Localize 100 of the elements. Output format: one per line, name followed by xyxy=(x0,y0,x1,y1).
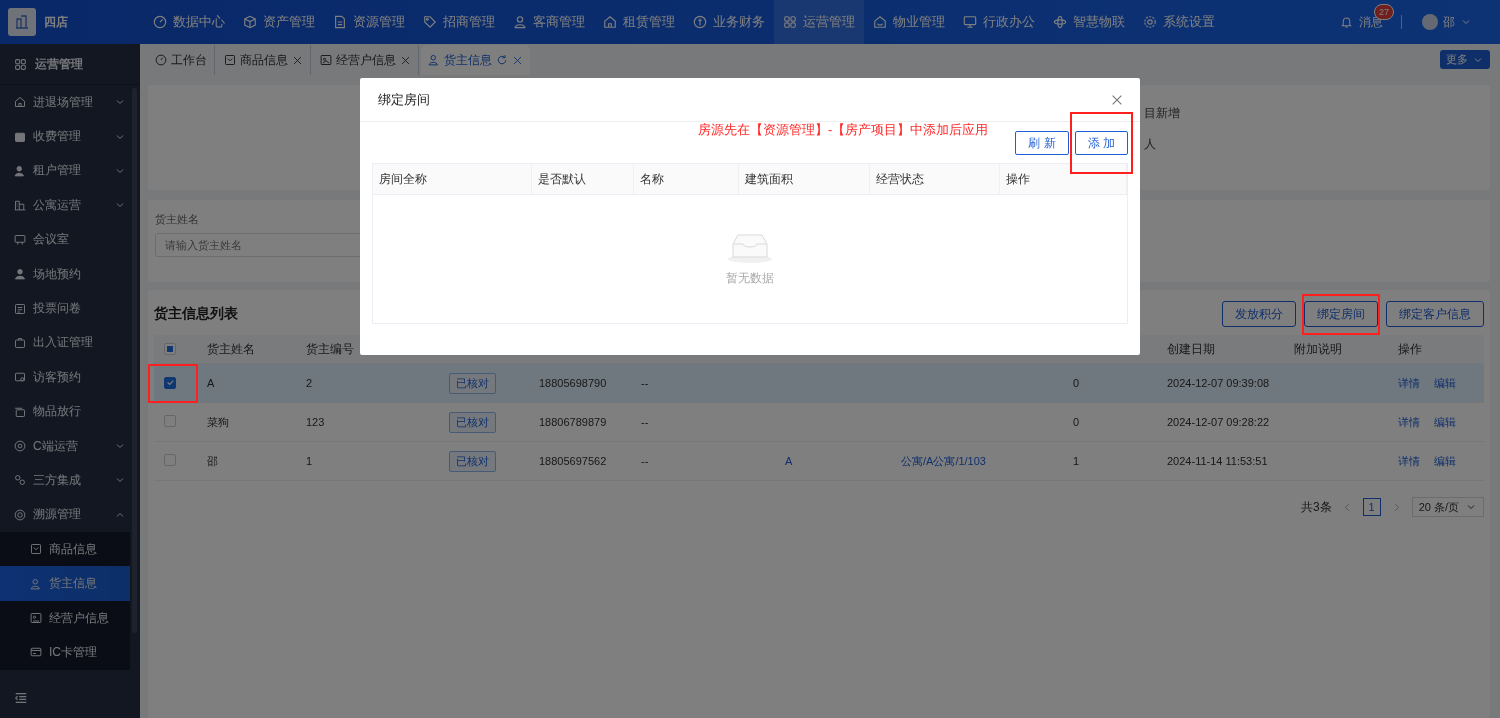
nav-menu-item[interactable]: 数据中心 xyxy=(144,0,234,44)
row-action-link[interactable]: 编辑 xyxy=(1434,454,1456,467)
user-name[interactable]: 邵 xyxy=(1443,13,1455,31)
page-tab[interactable]: 工作台 xyxy=(148,45,215,75)
sidebar-item[interactable]: C端运营 xyxy=(0,428,140,464)
sidebar-item[interactable]: 场地预约 xyxy=(0,256,140,292)
column-header: 是否默认 xyxy=(531,164,633,195)
nav-menu-item[interactable]: 行政办公 xyxy=(954,0,1044,44)
cube-icon xyxy=(243,15,257,29)
grid-icon xyxy=(14,57,27,71)
page-size-select[interactable]: 20 条/页 xyxy=(1411,497,1484,517)
sidebar-item[interactable]: 物品放行 xyxy=(0,394,140,429)
box-icon xyxy=(14,405,26,418)
empty-text: 暂无数据 xyxy=(726,269,774,287)
nav-menu-item[interactable]: 客商管理 xyxy=(504,0,594,44)
column-header: 房间全称 xyxy=(373,164,531,195)
row-action-link[interactable]: 详情 xyxy=(1398,454,1420,467)
table-cell: 2024-11-14 11:53:51 xyxy=(1157,441,1284,481)
hint-text: 房源先在【资源管理】-【房产项目】中添加后应用 xyxy=(698,121,989,139)
column-header: 名称 xyxy=(633,164,738,195)
inbox-icon xyxy=(224,54,236,66)
nav-menu-item[interactable]: 资产管理 xyxy=(234,0,324,44)
nav-menu-item[interactable]: 资源管理 xyxy=(324,0,414,44)
coin-icon xyxy=(693,15,707,29)
sidebar-item[interactable]: 会议室 xyxy=(0,222,140,257)
gauge-icon xyxy=(155,54,167,66)
tag-icon xyxy=(423,15,437,29)
row-action-link[interactable]: 编辑 xyxy=(1434,415,1456,428)
table-cell: 公寓/A公寓/1/103 xyxy=(891,441,1063,481)
row-action-link[interactable]: 详情 xyxy=(1398,376,1420,389)
sidebar-item[interactable]: 收费管理 xyxy=(0,119,140,154)
link-icon xyxy=(14,474,26,487)
inbox-icon xyxy=(30,543,42,556)
bell-icon xyxy=(1340,15,1353,29)
close-icon xyxy=(400,54,411,66)
house-icon xyxy=(873,15,887,29)
nav-menu-item[interactable]: 物业管理 xyxy=(864,0,954,44)
refresh-icon xyxy=(496,54,508,66)
sidebar-item[interactable]: 公寓运营 xyxy=(0,188,140,223)
status-tag: 已核对 xyxy=(449,411,496,433)
page-button[interactable]: 1 xyxy=(1362,498,1381,516)
select-all-checkbox[interactable] xyxy=(164,343,176,355)
sidebar-item[interactable]: 溯源管理 xyxy=(0,497,140,533)
sidebar-item[interactable]: 出入证管理 xyxy=(0,325,140,361)
column-header: 附加说明 xyxy=(1284,335,1388,364)
user-icon xyxy=(513,15,527,29)
table-cell: 2024-12-07 09:39:08 xyxy=(1157,363,1284,403)
sidebar-item[interactable]: 租户管理 xyxy=(0,153,140,189)
sidebar-item[interactable]: 进退场管理 xyxy=(0,85,140,120)
field-label: 货主姓名 xyxy=(155,212,200,227)
target-icon xyxy=(14,440,26,453)
nav-menu-item[interactable]: 招商管理 xyxy=(414,0,504,44)
dialog-button[interactable]: 刷 新 xyxy=(1015,131,1069,155)
nav-menu-item[interactable]: 智慧物联 xyxy=(1044,0,1134,44)
table-cell: -- xyxy=(631,363,775,403)
row-checkbox[interactable] xyxy=(164,376,176,389)
nav-menu-item[interactable]: 租赁管理 xyxy=(594,0,684,44)
target-icon xyxy=(14,508,26,521)
table-cell: 1 xyxy=(296,441,439,481)
page-tab[interactable]: 经营户信息 xyxy=(313,45,419,75)
table-cell: 123 xyxy=(296,402,439,442)
table-cell: 0 xyxy=(1063,363,1157,403)
avatar[interactable] xyxy=(1422,14,1438,30)
table-cell: A xyxy=(197,363,296,403)
sidebar-subitem[interactable]: 经营户信息 xyxy=(0,600,130,636)
page-tab[interactable]: 商品信息 xyxy=(217,45,311,75)
settings-icon xyxy=(1143,15,1157,29)
table-cell: 邵 xyxy=(197,441,296,481)
column-header: 建筑面积 xyxy=(738,164,869,195)
house-icon xyxy=(14,96,26,109)
user-icon xyxy=(14,268,26,281)
column-header: 创建日期 xyxy=(1157,335,1284,364)
more-button[interactable]: 更多 xyxy=(1440,50,1490,69)
atom-icon xyxy=(1053,15,1067,29)
sidebar-item[interactable]: 三方集成 xyxy=(0,463,140,498)
nav-menu-item[interactable]: 业务财务 xyxy=(684,0,774,44)
table-cell: 菜狗 xyxy=(197,402,296,442)
monitor-icon xyxy=(14,233,26,246)
dialog-button[interactable]: 添 加 xyxy=(1074,131,1128,155)
close-icon xyxy=(292,54,303,66)
monitor-icon xyxy=(963,15,977,29)
sidebar-subitem[interactable]: 货主信息 xyxy=(0,566,130,601)
table-cell: 18806789879 xyxy=(529,402,631,442)
sidebar-item[interactable]: 访客预约 xyxy=(0,360,140,395)
summary-text: 人 xyxy=(1144,136,1157,153)
table-cell: 1 xyxy=(1063,441,1157,481)
column-header: 经营状态 xyxy=(869,164,999,195)
user-icon xyxy=(428,54,440,66)
row-action-link[interactable]: 详情 xyxy=(1398,415,1420,428)
action-button[interactable]: 发放积分 xyxy=(1222,301,1296,327)
sidebar-item[interactable]: 投票问卷 xyxy=(0,291,140,326)
row-action-link[interactable]: 编辑 xyxy=(1434,376,1456,389)
close-icon xyxy=(512,54,523,66)
sidebar-subitem[interactable]: 商品信息 xyxy=(0,532,130,567)
page-tab[interactable]: 货主信息 xyxy=(421,45,530,75)
table-cell: 2024-12-07 09:28:22 xyxy=(1157,402,1284,442)
action-button[interactable]: 绑定客户信息 xyxy=(1386,301,1484,327)
sidebar-subitem[interactable]: IC卡管理 xyxy=(0,635,130,670)
nav-menu-item[interactable]: 系统设置 xyxy=(1134,0,1224,44)
action-button[interactable]: 绑定房间 xyxy=(1304,301,1378,327)
